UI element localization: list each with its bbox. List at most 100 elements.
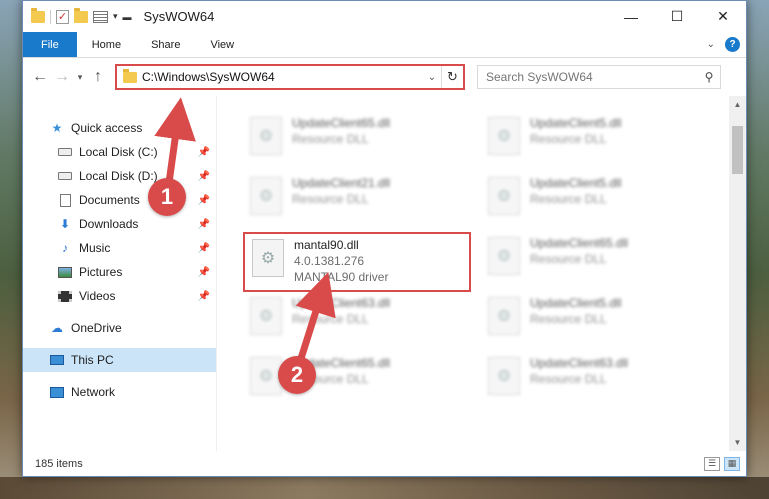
- dll-file-icon: ⚙: [488, 177, 520, 215]
- computer-icon: [49, 353, 65, 367]
- nav-this-pc[interactable]: This PC: [23, 348, 216, 372]
- maximize-button[interactable]: ☐: [654, 1, 700, 32]
- nav-documents[interactable]: Documents 📌: [23, 188, 216, 212]
- nav-quick-access[interactable]: ★ Quick access: [23, 116, 216, 140]
- properties-check-icon[interactable]: ✓: [56, 9, 69, 24]
- file-name: UpdateClient5.dll: [530, 296, 622, 310]
- desktop-wallpaper-bottom: [0, 477, 769, 499]
- expand-ribbon-icon[interactable]: ⌄: [707, 39, 715, 50]
- file-item-mantal90[interactable]: ⚙ mantal90.dll 4.0.1381.276 MANTAL90 dri…: [243, 232, 471, 292]
- nav-label: Pictures: [79, 265, 123, 279]
- navigation-pane: ★ Quick access Local Disk (C:) 📌 Local D…: [23, 96, 217, 451]
- nav-music[interactable]: ♪ Music 📌: [23, 236, 216, 260]
- dll-file-icon: ⚙: [250, 177, 282, 215]
- window-title: SysWOW64: [143, 9, 215, 24]
- search-input[interactable]: [486, 70, 698, 84]
- scroll-up-icon[interactable]: ▲: [729, 96, 746, 113]
- file-item[interactable]: ⚙ UpdateClient5.dll Resource DLL: [481, 292, 701, 340]
- tab-view[interactable]: View: [195, 32, 249, 57]
- minimize-button[interactable]: —: [608, 1, 654, 32]
- nav-onedrive[interactable]: ☁ OneDrive: [23, 316, 216, 340]
- file-item[interactable]: ⚙ UpdateClient63.dll Resource DLL: [243, 292, 463, 340]
- title-bar: ✓ ▾ ▬ SysWOW64 — ☐ ✕: [23, 1, 746, 32]
- file-explorer-window: ✓ ▾ ▬ SysWOW64 — ☐ ✕ File Home Share Vie…: [22, 0, 747, 477]
- up-arrow-icon[interactable]: ↑: [87, 68, 109, 86]
- dll-file-icon: ⚙: [250, 117, 282, 155]
- forward-arrow-icon[interactable]: →: [51, 68, 73, 86]
- ribbon-tabs: File Home Share View ⌄ ?: [23, 32, 746, 58]
- file-item[interactable]: ⚙ UpdateClient5.dll Resource DLL: [481, 172, 701, 220]
- pin-icon[interactable]: 📌: [198, 291, 210, 302]
- customize-qat-icon[interactable]: ▬: [123, 12, 132, 22]
- file-name: UpdateClient65.dll: [292, 116, 391, 130]
- pin-icon[interactable]: 📌: [198, 147, 210, 158]
- recent-locations-icon[interactable]: ▾: [73, 72, 87, 83]
- file-description: Resource DLL: [292, 312, 369, 326]
- status-bar: 185 items ☰ ▦: [23, 451, 746, 476]
- dll-file-icon: ⚙: [488, 297, 520, 335]
- file-description: Resource DLL: [530, 192, 607, 206]
- scroll-thumb[interactable]: [732, 126, 743, 174]
- scroll-down-icon[interactable]: ▼: [729, 434, 746, 451]
- desktop-wallpaper-left: [0, 0, 22, 499]
- search-box[interactable]: ⚲: [477, 65, 721, 89]
- file-name: UpdateClient63.dll: [292, 296, 391, 310]
- folder-icon: [31, 7, 45, 23]
- search-icon[interactable]: ⚲: [698, 70, 720, 84]
- cloud-icon: ☁: [51, 321, 63, 335]
- nav-downloads[interactable]: ⬇ Downloads 📌: [23, 212, 216, 236]
- file-name: UpdateClient65.dll: [530, 236, 629, 250]
- pictures-icon: [57, 265, 73, 279]
- pin-icon[interactable]: 📌: [198, 243, 210, 254]
- file-item[interactable]: ⚙ UpdateClient65.dll Resource DLL: [243, 112, 463, 160]
- nav-label: Videos: [79, 289, 116, 303]
- address-bar[interactable]: C:\Windows\SysWOW64 ⌄ ↻: [115, 64, 465, 90]
- pin-icon[interactable]: 📌: [198, 219, 210, 230]
- file-item[interactable]: ⚙ UpdateClient63.dll Resource DLL: [481, 352, 701, 400]
- nav-pictures[interactable]: Pictures 📌: [23, 260, 216, 284]
- dll-file-icon: ⚙: [250, 297, 282, 335]
- file-item[interactable]: ⚙ UpdateClient65.dll Resource DLL: [243, 352, 463, 400]
- file-item[interactable]: ⚙ UpdateClient21.dll Resource DLL: [243, 172, 463, 220]
- back-arrow-icon[interactable]: ←: [29, 68, 51, 86]
- file-item[interactable]: ⚙ UpdateClient65.dll Resource DLL: [481, 232, 701, 280]
- pin-icon[interactable]: 📌: [198, 171, 210, 182]
- qat-dropdown-icon[interactable]: ▾: [113, 11, 118, 22]
- new-folder-icon[interactable]: [74, 7, 88, 23]
- tab-share[interactable]: Share: [136, 32, 195, 57]
- tab-home[interactable]: Home: [77, 32, 136, 57]
- nav-local-disk-d[interactable]: Local Disk (D:) 📌: [23, 164, 216, 188]
- close-button[interactable]: ✕: [700, 1, 746, 32]
- dll-file-icon: ⚙: [252, 239, 284, 277]
- tab-file[interactable]: File: [23, 32, 77, 57]
- file-version: 4.0.1381.276: [294, 254, 365, 268]
- folder-icon: [123, 68, 137, 83]
- nav-label: Downloads: [79, 217, 139, 231]
- nav-local-disk-c[interactable]: Local Disk (C:) 📌: [23, 140, 216, 164]
- nav-label: This PC: [71, 353, 114, 367]
- refresh-icon[interactable]: ↻: [441, 66, 463, 88]
- tiles-view-icon[interactable]: ▦: [724, 456, 740, 471]
- dll-file-icon: ⚙: [488, 117, 520, 155]
- music-icon: ♪: [62, 241, 68, 255]
- address-row: ← → ▾ ↑ C:\Windows\SysWOW64 ⌄ ↻ ⚲: [23, 58, 746, 96]
- file-description: Resource DLL: [530, 252, 607, 266]
- step-2-badge: 2: [278, 356, 316, 394]
- pin-icon[interactable]: 📌: [198, 267, 210, 278]
- videos-icon: [57, 289, 73, 303]
- dll-file-icon: ⚙: [488, 357, 520, 395]
- nav-network[interactable]: Network: [23, 380, 216, 404]
- nav-label: Local Disk (D:): [79, 169, 158, 183]
- address-path[interactable]: C:\Windows\SysWOW64: [142, 70, 423, 84]
- documents-icon: [57, 193, 73, 207]
- address-dropdown-icon[interactable]: ⌄: [423, 72, 441, 83]
- pin-icon[interactable]: 📌: [198, 195, 210, 206]
- properties-icon[interactable]: [93, 10, 108, 23]
- quick-access-toolbar: ✓ ▾ ▬: [31, 7, 132, 24]
- file-item[interactable]: ⚙ UpdateClient5.dll Resource DLL: [481, 112, 701, 160]
- nav-videos[interactable]: Videos 📌: [23, 284, 216, 308]
- help-icon[interactable]: ?: [725, 37, 740, 52]
- vertical-scrollbar[interactable]: ▲ ▼: [729, 96, 746, 451]
- item-count: 185 items: [35, 457, 83, 470]
- details-view-icon[interactable]: ☰: [704, 456, 720, 471]
